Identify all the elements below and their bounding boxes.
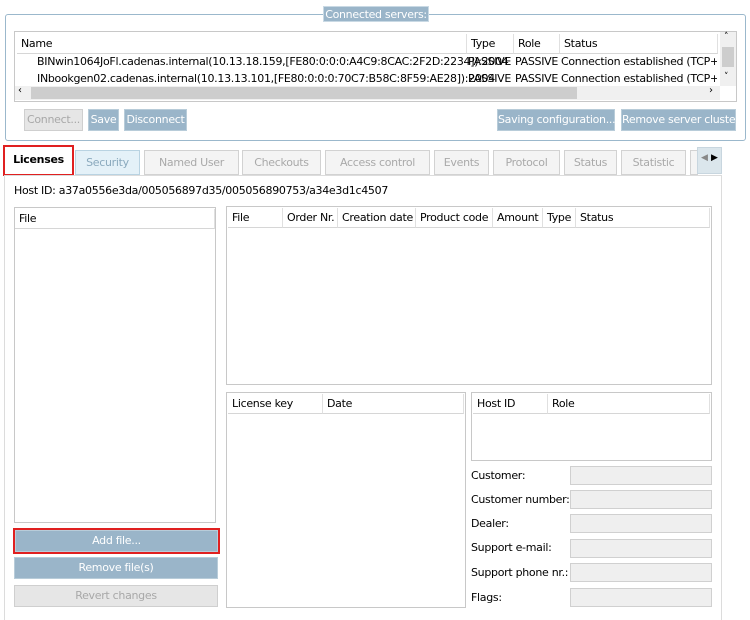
scroll-thumb[interactable]	[31, 87, 577, 99]
col-creation-date[interactable]: Creation date	[338, 208, 416, 228]
file-details-table: File Order Nr. Creation date Product cod…	[226, 206, 712, 385]
server-type: PASSIVE	[468, 55, 512, 68]
connect-button[interactable]: Connect...	[24, 109, 83, 131]
support-phone-field[interactable]	[570, 563, 712, 582]
servers-table: Name Type Role Status BINwin1064JoFl.cad…	[14, 31, 737, 102]
server-name: INbookgen02.cadenas.internal(10.13.13.10…	[37, 72, 495, 85]
customer-field[interactable]	[570, 466, 712, 485]
col-date[interactable]: Date	[323, 394, 464, 414]
host-id-value: a37a0556e3da/005056897d35/005056890753/a…	[58, 184, 389, 197]
col-product-code[interactable]: Product code	[416, 208, 493, 228]
tab-events[interactable]: Events	[434, 150, 489, 175]
table-row[interactable]: BINwin1064JoFl.cadenas.internal(10.13.18…	[37, 55, 717, 72]
server-type: PASSIVE	[468, 72, 512, 85]
vertical-scrollbar[interactable]: ˄ ˅	[720, 32, 736, 86]
tab-security[interactable]: Security	[75, 150, 140, 175]
col-file[interactable]: File	[228, 208, 283, 228]
tab-protocol[interactable]: Protocol	[493, 150, 560, 175]
connected-servers-legend: Connected servers:	[323, 6, 429, 22]
flags-field[interactable]	[570, 588, 712, 607]
col-amount[interactable]: Amount	[493, 208, 543, 228]
host-role-table: Host ID Role	[471, 392, 712, 461]
col-status[interactable]: Status	[560, 34, 718, 54]
saving-configuration-button[interactable]: Saving configuration...	[497, 109, 616, 131]
tab-checkouts[interactable]: Checkouts	[242, 150, 321, 175]
col-status[interactable]: Status	[576, 208, 710, 228]
remove-server-cluster-button[interactable]: Remove server cluster	[621, 109, 740, 131]
col-license-key[interactable]: License key	[228, 394, 323, 414]
server-role: PASSIVE	[515, 55, 559, 68]
tab-status[interactable]: Status	[564, 150, 617, 175]
tab-named-user[interactable]: Named User	[144, 150, 239, 175]
host-id-label: Host ID:	[14, 184, 56, 197]
tab-access-control[interactable]: Access control	[325, 150, 430, 175]
file-list-header[interactable]: File	[15, 209, 215, 229]
support-phone-label: Support phone nr.:	[471, 566, 569, 579]
revert-changes-button[interactable]: Revert changes	[14, 585, 218, 607]
col-role[interactable]: Role	[548, 394, 710, 414]
col-order-nr[interactable]: Order Nr.	[283, 208, 338, 228]
tab-licenses[interactable]: Licenses	[3, 145, 74, 176]
support-email-label: Support e-mail:	[471, 541, 552, 554]
tab-scroll-buttons: ◀ ▶	[697, 147, 722, 174]
col-role[interactable]: Role	[514, 34, 560, 54]
scroll-up-icon[interactable]: ˄	[724, 32, 729, 42]
file-list[interactable]: File	[14, 207, 216, 523]
host-id-row: Host ID: a37a0556e3da/005056897d35/00505…	[14, 184, 388, 197]
license-key-table: License key Date	[226, 392, 466, 608]
scroll-right-icon[interactable]: ›	[709, 85, 713, 96]
dealer-field[interactable]	[570, 514, 712, 533]
scroll-down-icon[interactable]: ˅	[724, 72, 729, 82]
remove-files-button[interactable]: Remove file(s)	[14, 557, 218, 579]
server-status: Connection established (TCP+U	[561, 55, 717, 68]
server-name: BINwin1064JoFl.cadenas.internal(10.13.18…	[37, 55, 509, 68]
support-email-field[interactable]	[570, 539, 712, 558]
add-file-button[interactable]: Add file...	[13, 528, 220, 554]
col-host-id[interactable]: Host ID	[473, 394, 548, 414]
tab-scroll-left-icon[interactable]: ◀	[701, 153, 708, 163]
scroll-left-icon[interactable]: ‹	[18, 85, 22, 96]
server-role: PASSIVE	[515, 72, 559, 85]
tab-statistic[interactable]: Statistic	[621, 150, 686, 175]
col-type[interactable]: Type	[467, 34, 514, 54]
col-type[interactable]: Type	[543, 208, 576, 228]
customer-label: Customer:	[471, 469, 526, 482]
col-name[interactable]: Name	[17, 34, 467, 54]
horizontal-scrollbar[interactable]: ‹ ›	[15, 85, 720, 100]
dealer-label: Dealer:	[471, 517, 509, 530]
tab-scroll-right-icon[interactable]: ▶	[711, 153, 718, 163]
customer-number-label: Customer number:	[471, 493, 570, 506]
customer-number-field[interactable]	[570, 490, 712, 509]
disconnect-button[interactable]: Disconnect	[124, 109, 187, 131]
flags-label: Flags:	[471, 591, 502, 604]
save-button[interactable]: Save	[88, 109, 119, 131]
scroll-thumb-vertical[interactable]	[722, 47, 734, 67]
server-status: Connection established (TCP+U	[561, 72, 717, 85]
